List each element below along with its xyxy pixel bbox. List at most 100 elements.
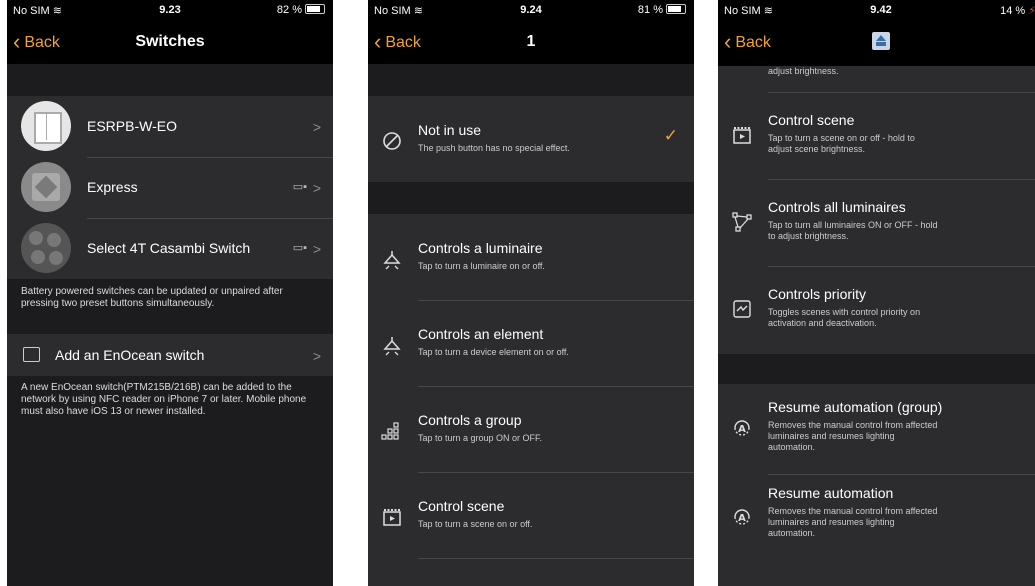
chevron-right-icon: >: [312, 241, 321, 257]
option-subtitle: Tap to turn a scene on or off.: [418, 519, 533, 529]
option-subtitle: Tap to turn a group ON or OFF.: [418, 433, 543, 443]
list-item[interactable]: Express ▭▪ >: [7, 157, 333, 218]
option-title: Control scene: [418, 498, 505, 514]
option-title: Controls an element: [418, 326, 544, 342]
luminaire-icon: [383, 251, 401, 270]
option-subtitle: adjust brightness.: [768, 66, 839, 76]
option-subtitle-line: adjust scene brightness.: [768, 144, 866, 154]
function-list: Controls a luminaire Tap to turn a lumin…: [368, 214, 694, 586]
list-item[interactable]: A Resume automation (group) Removes the …: [718, 384, 1035, 474]
switch-name: Express: [87, 179, 138, 195]
chevron-right-icon: >: [312, 119, 321, 135]
battery-note: Battery powered switches can be updated …: [21, 286, 283, 309]
option-subtitle-line: Removes the manual control from affected: [768, 420, 938, 430]
status-bar: No SIM ≋ 9.23 82 %: [7, 0, 333, 20]
chevron-right-icon: >: [312, 180, 321, 196]
option-subtitle: The push button has no special effect.: [418, 143, 570, 153]
function-list: adjust brightness. Control scene Tap to …: [718, 66, 1035, 354]
option-subtitle-line: activation and deactivation.: [768, 318, 877, 328]
button-function-screen-scrolled: No SIM ≋ 9.42 14 % ⚡ ‹ Back adjust bright…: [718, 0, 1035, 586]
express-switch-thumbnail: [21, 162, 71, 212]
scene-icon: [383, 509, 401, 526]
option-subtitle-line: Tap to turn a scene on or off - hold to: [768, 133, 915, 143]
resume-automation-icon: A: [734, 420, 750, 436]
select-4t-switch-thumbnail: [21, 223, 71, 273]
battery-icon: [305, 4, 325, 14]
list-item[interactable]: ESRPB-W-EO >: [7, 96, 333, 157]
enocean-icon: [23, 347, 40, 362]
option-subtitle-line: Removes the manual control from affected: [768, 506, 938, 516]
switch-name: ESRPB-W-EO: [87, 118, 177, 134]
option-subtitle: Tap to turn a device element on or off.: [418, 347, 569, 357]
list-item[interactable]: Control scene Tap to turn a scene on or …: [718, 93, 1035, 179]
svg-text:A: A: [738, 513, 746, 524]
add-switch-note: A new EnOcean switch(PTM215B/216B) can b…: [21, 382, 307, 417]
status-time: 9.42: [870, 4, 892, 16]
network-icon: [732, 212, 752, 232]
list-item[interactable]: Control scene Tap to turn a scene on or …: [368, 472, 694, 558]
option-title: Controls all luminaires: [768, 199, 906, 215]
resume-automation-icon: A: [734, 509, 750, 525]
switches-screen: No SIM ≋ 9.23 82 % ‹ Back Switches ESRPB-…: [7, 0, 333, 586]
chevron-right-icon: >: [312, 348, 321, 364]
automation-title-icon: [872, 32, 890, 50]
section-gap: [368, 64, 694, 96]
nav-bar: ‹ Back 1: [368, 20, 694, 64]
list-item[interactable]: Controls a luminaire Tap to turn a lumin…: [368, 214, 694, 300]
option-subtitle-line: luminaires and resumes lighting: [768, 431, 895, 441]
battery-indicator: 82 %: [277, 4, 325, 16]
switch-list: ESRPB-W-EO > Express ▭▪ > Select 4T Casa…: [7, 96, 333, 279]
section-gap: [368, 182, 694, 214]
option-title: Not in use: [418, 122, 482, 138]
button-function-screen: No SIM ≋ 9.24 81 % ‹ Back 1 Not in use Th…: [368, 0, 694, 586]
battery-indicator: 14 % ⚡: [1000, 5, 1035, 17]
option-title: Controls a group: [418, 412, 522, 428]
option-subtitle-line: automation.: [768, 442, 816, 452]
page-title: Switches: [135, 33, 205, 50]
battery-icon: ▭▪: [292, 181, 307, 193]
list-item[interactable]: Controls an element Tap to turn a device…: [368, 300, 694, 386]
option-title: Resume automation: [768, 485, 894, 501]
list-item[interactable]: Controls all luminaires Tap to turn all …: [718, 180, 1035, 266]
checkmark-icon: ✓: [663, 126, 678, 145]
section-gap: [7, 64, 333, 96]
option-title: Control scene: [768, 112, 855, 128]
wall-switch-thumbnail: [21, 101, 71, 151]
option-subtitle-line: Tap to turn all luminaires ON or OFF - h…: [768, 220, 938, 230]
page-title: 1: [526, 33, 536, 50]
nav-bar: ‹ Back Switches: [7, 20, 333, 64]
add-enocean-switch-button[interactable]: Add an EnOcean switch >: [7, 334, 333, 376]
nav-bar: ‹ Back: [718, 20, 1035, 66]
list-item[interactable]: Select 4T Casambi Switch ▭▪ >: [7, 218, 333, 279]
list-item[interactable]: Controls priority Toggles scenes with co…: [718, 267, 1035, 354]
chevron-left-icon: ‹: [724, 29, 732, 54]
battery-icon: [666, 4, 686, 14]
option-not-in-use[interactable]: Not in use The push button has no specia…: [368, 96, 694, 182]
option-title: Controls priority: [768, 286, 867, 302]
option-subtitle-line: luminaires and resumes lighting: [768, 517, 895, 527]
status-bar: No SIM ≋ 9.24 81 %: [368, 0, 694, 20]
prohibited-icon: [383, 132, 401, 150]
add-switch-label: Add an EnOcean switch: [55, 347, 205, 363]
svg-text:A: A: [738, 424, 746, 435]
option-subtitle-line: Toggles scenes with control priority on: [768, 307, 921, 317]
luminaire-icon: [383, 337, 401, 356]
group-icon: [381, 422, 399, 440]
option-subtitle-line: to adjust brightness.: [768, 231, 849, 241]
back-button[interactable]: ‹ Back: [724, 20, 771, 64]
list-item[interactable]: A Resume automation Removes the manual c…: [718, 475, 1035, 565]
option-subtitle-line: automation.: [768, 528, 816, 538]
switch-name: Select 4T Casambi Switch: [87, 240, 251, 256]
charging-icon: ⚡: [1028, 5, 1035, 17]
section-footer: Battery powered switches can be updated …: [7, 279, 333, 334]
section-footer: A new EnOcean switch(PTM215B/216B) can b…: [7, 376, 333, 586]
list-item[interactable]: Controls a group Tap to turn a group ON …: [368, 386, 694, 472]
option-subtitle: Tap to turn a luminaire on or off.: [418, 261, 545, 271]
battery-icon: ▭▪: [292, 242, 307, 254]
priority-icon: [733, 300, 751, 318]
option-title: Resume automation (group): [768, 399, 943, 415]
scene-icon: [733, 127, 751, 144]
automation-list: A Resume automation (group) Removes the …: [718, 384, 1035, 586]
status-bar: No SIM ≋ 9.42 14 % ⚡: [718, 0, 1035, 20]
option-title: Controls a luminaire: [418, 240, 543, 256]
